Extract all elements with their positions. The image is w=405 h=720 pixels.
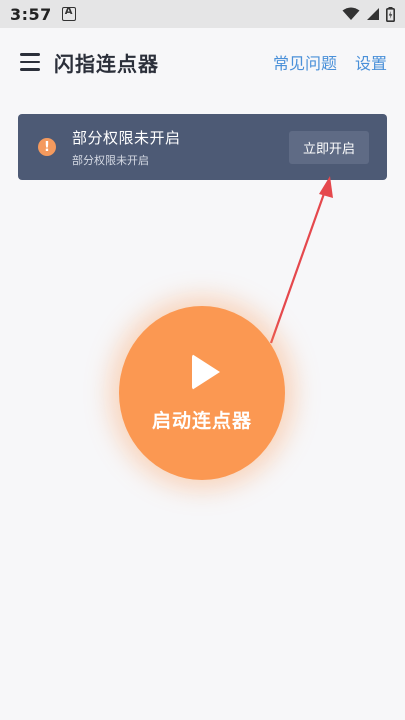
app-notification-icon: A bbox=[61, 6, 76, 21]
status-left: 3:57 A bbox=[10, 5, 76, 24]
app-bar: 闪指连点器 常见问题 设置 bbox=[0, 28, 405, 96]
permission-banner: ! 部分权限未开启 部分权限未开启 立即开启 bbox=[18, 114, 387, 180]
play-icon bbox=[192, 353, 220, 390]
warning-icon: ! bbox=[38, 138, 56, 156]
banner-title: 部分权限未开启 bbox=[72, 128, 181, 147]
status-time: 3:57 bbox=[10, 4, 52, 24]
status-right bbox=[342, 6, 395, 22]
app-title: 闪指连点器 bbox=[54, 51, 159, 76]
settings-link[interactable]: 设置 bbox=[355, 50, 387, 74]
enable-now-button[interactable]: 立即开启 bbox=[288, 130, 369, 164]
status-bar: 3:57 A bbox=[0, 0, 405, 28]
faq-link[interactable]: 常见问题 bbox=[273, 50, 337, 74]
banner-subtitle: 部分权限未开启 bbox=[72, 153, 149, 167]
signal-icon bbox=[367, 8, 379, 20]
app-notification-letter: A bbox=[64, 6, 73, 17]
start-clicker-label: 启动连点器 bbox=[151, 409, 252, 432]
start-clicker-button[interactable]: 启动连点器 bbox=[119, 306, 285, 480]
banner-text: 部分权限未开启 部分权限未开启 bbox=[72, 127, 289, 168]
battery-icon bbox=[386, 6, 395, 22]
menu-icon[interactable] bbox=[20, 53, 40, 71]
wifi-icon bbox=[342, 7, 360, 20]
